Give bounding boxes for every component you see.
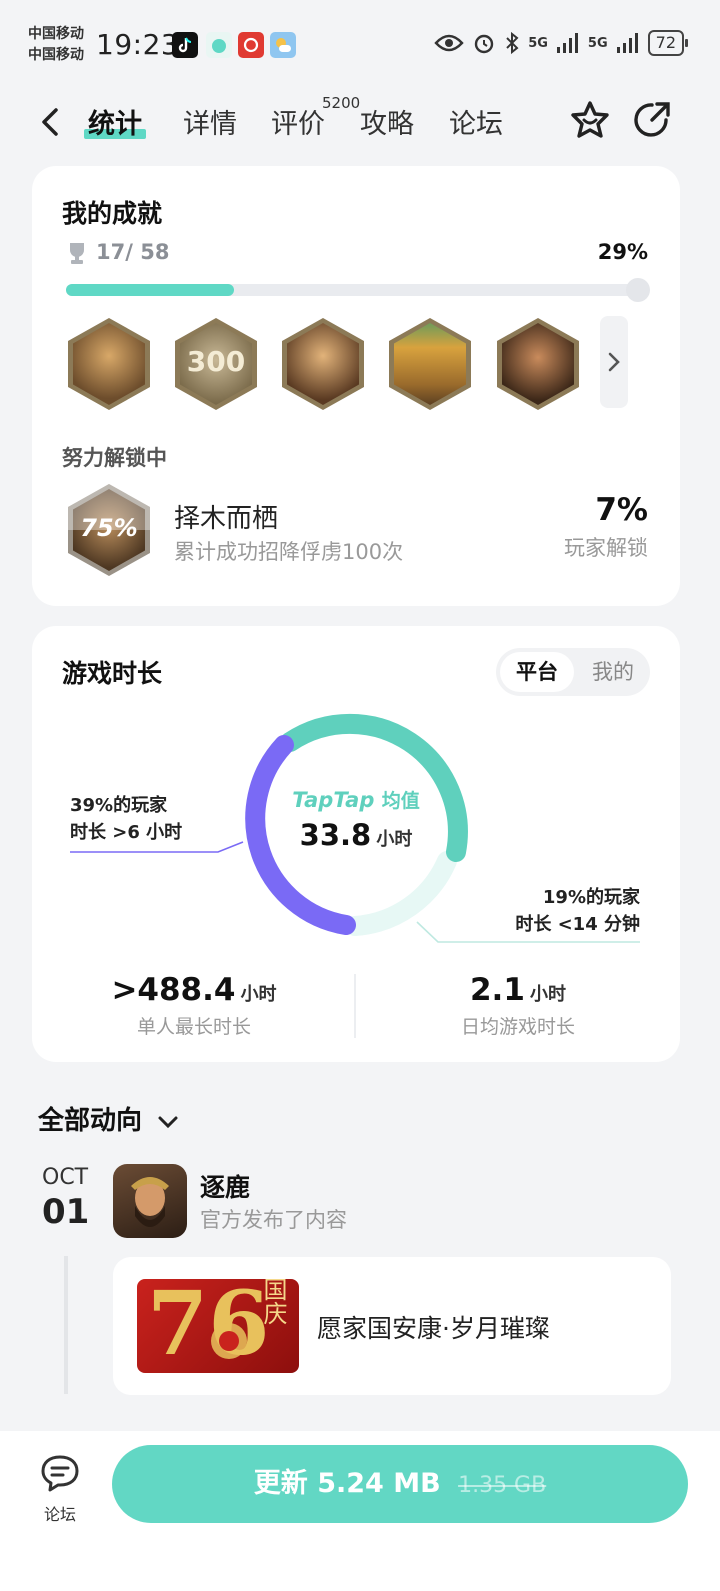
- network-label-1: 5G: [528, 35, 548, 51]
- trophy-icon: [70, 243, 84, 264]
- forum-chat-icon: [41, 1455, 79, 1492]
- unlocking-badge: 75%: [68, 484, 150, 576]
- achievement-badge-5[interactable]: [497, 318, 579, 410]
- progress-end-marker: [626, 278, 650, 302]
- post-day: 01: [42, 1192, 90, 1232]
- tiktok-icon: [172, 32, 198, 58]
- max-playtime-stat: >488.4 小时 单人最长时长: [32, 972, 356, 1039]
- forum-label: 论坛: [43, 1505, 76, 1524]
- achievements-card[interactable]: 我的成就 17/ 58 29% 300 努力解锁中 75% 择木而栖 累计成功招…: [32, 166, 680, 606]
- achievement-badge-2[interactable]: 300: [175, 318, 257, 410]
- feed-title: 全部动向: [38, 1106, 143, 1136]
- tab-reviews[interactable]: 评价: [271, 102, 325, 141]
- status-bar: 中国移动 中国移动 19:23 5G 5G 72: [0, 0, 720, 92]
- unlocking-title: 努力解锁中: [62, 446, 167, 470]
- post-title: 愿家国安康·岁月璀璨: [317, 1314, 550, 1343]
- unlocking-name: 择木而栖: [174, 504, 279, 534]
- short-play-note-line2: 时长 <14 分钟: [515, 914, 640, 935]
- share-icon[interactable]: [630, 98, 674, 142]
- battery-indicator: 72: [647, 30, 689, 56]
- unlocking-desc: 累计成功招降俘虏100次: [174, 540, 404, 564]
- donut-segment-short: [345, 851, 457, 936]
- carrier-labels: 中国移动 中国移动: [28, 24, 84, 66]
- favorite-star-icon[interactable]: [568, 98, 612, 142]
- signal-icon-1: [556, 33, 578, 53]
- update-label: 更新 5.24 MB: [253, 1468, 441, 1499]
- achievement-badge-4[interactable]: [389, 318, 471, 410]
- long-play-note-line1: 39%的玩家: [70, 795, 168, 816]
- chevron-right-icon: [608, 352, 620, 372]
- carrier-1: 中国移动: [28, 26, 84, 42]
- max-playtime-value: >488.4: [111, 972, 236, 1008]
- eye-icon: [434, 34, 464, 52]
- original-size: 1.35 GB: [458, 1473, 547, 1498]
- achievement-progress-fill: [66, 284, 235, 296]
- tab-forum[interactable]: 论坛: [449, 102, 503, 141]
- badge-300-text: 300: [186, 345, 246, 378]
- tab-guides[interactable]: 攻略: [360, 102, 414, 141]
- achievement-percent: 29%: [597, 240, 648, 264]
- timeline-line: [64, 1256, 68, 1394]
- max-playtime-unit: 小时: [240, 984, 277, 1005]
- app-notification-icon: [206, 32, 232, 58]
- clock: 19:23: [96, 28, 180, 61]
- tab-details[interactable]: 详情: [183, 102, 237, 141]
- feed-filter-dropdown[interactable]: 全部动向: [38, 1100, 179, 1137]
- post-card[interactable]: 76 国庆 愿家国安康·岁月璀璨: [113, 1257, 671, 1395]
- alarm-icon: [475, 34, 494, 54]
- bluetooth-icon: [506, 31, 519, 55]
- post-action: 官方发布了内容: [200, 1208, 347, 1232]
- achievement-count: 17/ 58: [96, 240, 170, 264]
- daily-playtime-unit: 小时: [530, 984, 566, 1005]
- post-author[interactable]: 逐鹿: [200, 1168, 250, 1204]
- unlocking-rate-label: 玩家解锁: [564, 536, 648, 560]
- forum-button[interactable]: 论坛: [34, 1453, 86, 1524]
- carrier-2: 中国移动: [28, 47, 84, 63]
- network-label-2: 5G: [587, 35, 608, 51]
- unlocking-badge-percent: 75%: [80, 514, 138, 542]
- short-play-note-line1: 19%的玩家: [542, 887, 640, 908]
- signal-icon-2: [616, 33, 638, 53]
- average-unit: 小时: [376, 829, 413, 850]
- avatar-portrait-icon: [131, 1177, 169, 1227]
- update-button[interactable]: 更新 5.24 MB 1.35 GB: [112, 1445, 688, 1523]
- daily-playtime-label: 日均游戏时长: [460, 1016, 575, 1038]
- netease-music-icon: [238, 32, 264, 58]
- long-play-note-line2: 时长 >6 小时: [70, 822, 183, 843]
- daily-playtime-value: 2.1: [469, 972, 525, 1008]
- more-badges-button[interactable]: [600, 316, 628, 408]
- back-arrow-icon[interactable]: [36, 102, 66, 142]
- top-nav: 统计 详情 评价 5200 攻略 论坛: [0, 92, 720, 156]
- emblem-icon: [211, 1323, 247, 1359]
- average-value: 33.8: [299, 818, 372, 852]
- post-month: OCT: [42, 1165, 89, 1190]
- playtime-card: 游戏时长 平台 我的 TapTap 均值 33.8 小时 39%的玩家 时长 >…: [32, 626, 680, 1062]
- max-playtime-label: 单人最长时长: [136, 1016, 251, 1038]
- long-play-note: 39%的玩家 时长 >6 小时: [70, 792, 182, 846]
- average-suffix: 均值: [381, 790, 420, 812]
- status-indicators: 5G 5G 72: [434, 30, 689, 56]
- achievement-progress-bar: [66, 278, 650, 302]
- bottom-action-bar: 论坛 更新 5.24 MB 1.35 GB: [0, 1431, 720, 1591]
- daily-playtime-stat: 2.1 小时 日均游戏时长: [356, 972, 680, 1039]
- achievement-badge-3[interactable]: [282, 318, 364, 410]
- chevron-down-icon: [158, 1116, 178, 1128]
- review-count: 5200: [322, 94, 361, 112]
- short-play-note: 19%的玩家 时长 <14 分钟: [515, 884, 640, 938]
- weather-icon: [270, 32, 296, 58]
- thumbnail-caption: 国庆: [259, 1279, 287, 1325]
- taptap-logo: TapTap: [292, 788, 375, 812]
- achievement-badge-1[interactable]: [68, 318, 150, 410]
- developer-avatar[interactable]: [113, 1164, 187, 1238]
- post-thumbnail[interactable]: 76 国庆: [137, 1279, 299, 1373]
- unlocking-rate: 7%: [595, 492, 648, 528]
- tab-stats[interactable]: 统计: [84, 102, 146, 141]
- achievements-title: 我的成就: [62, 199, 163, 228]
